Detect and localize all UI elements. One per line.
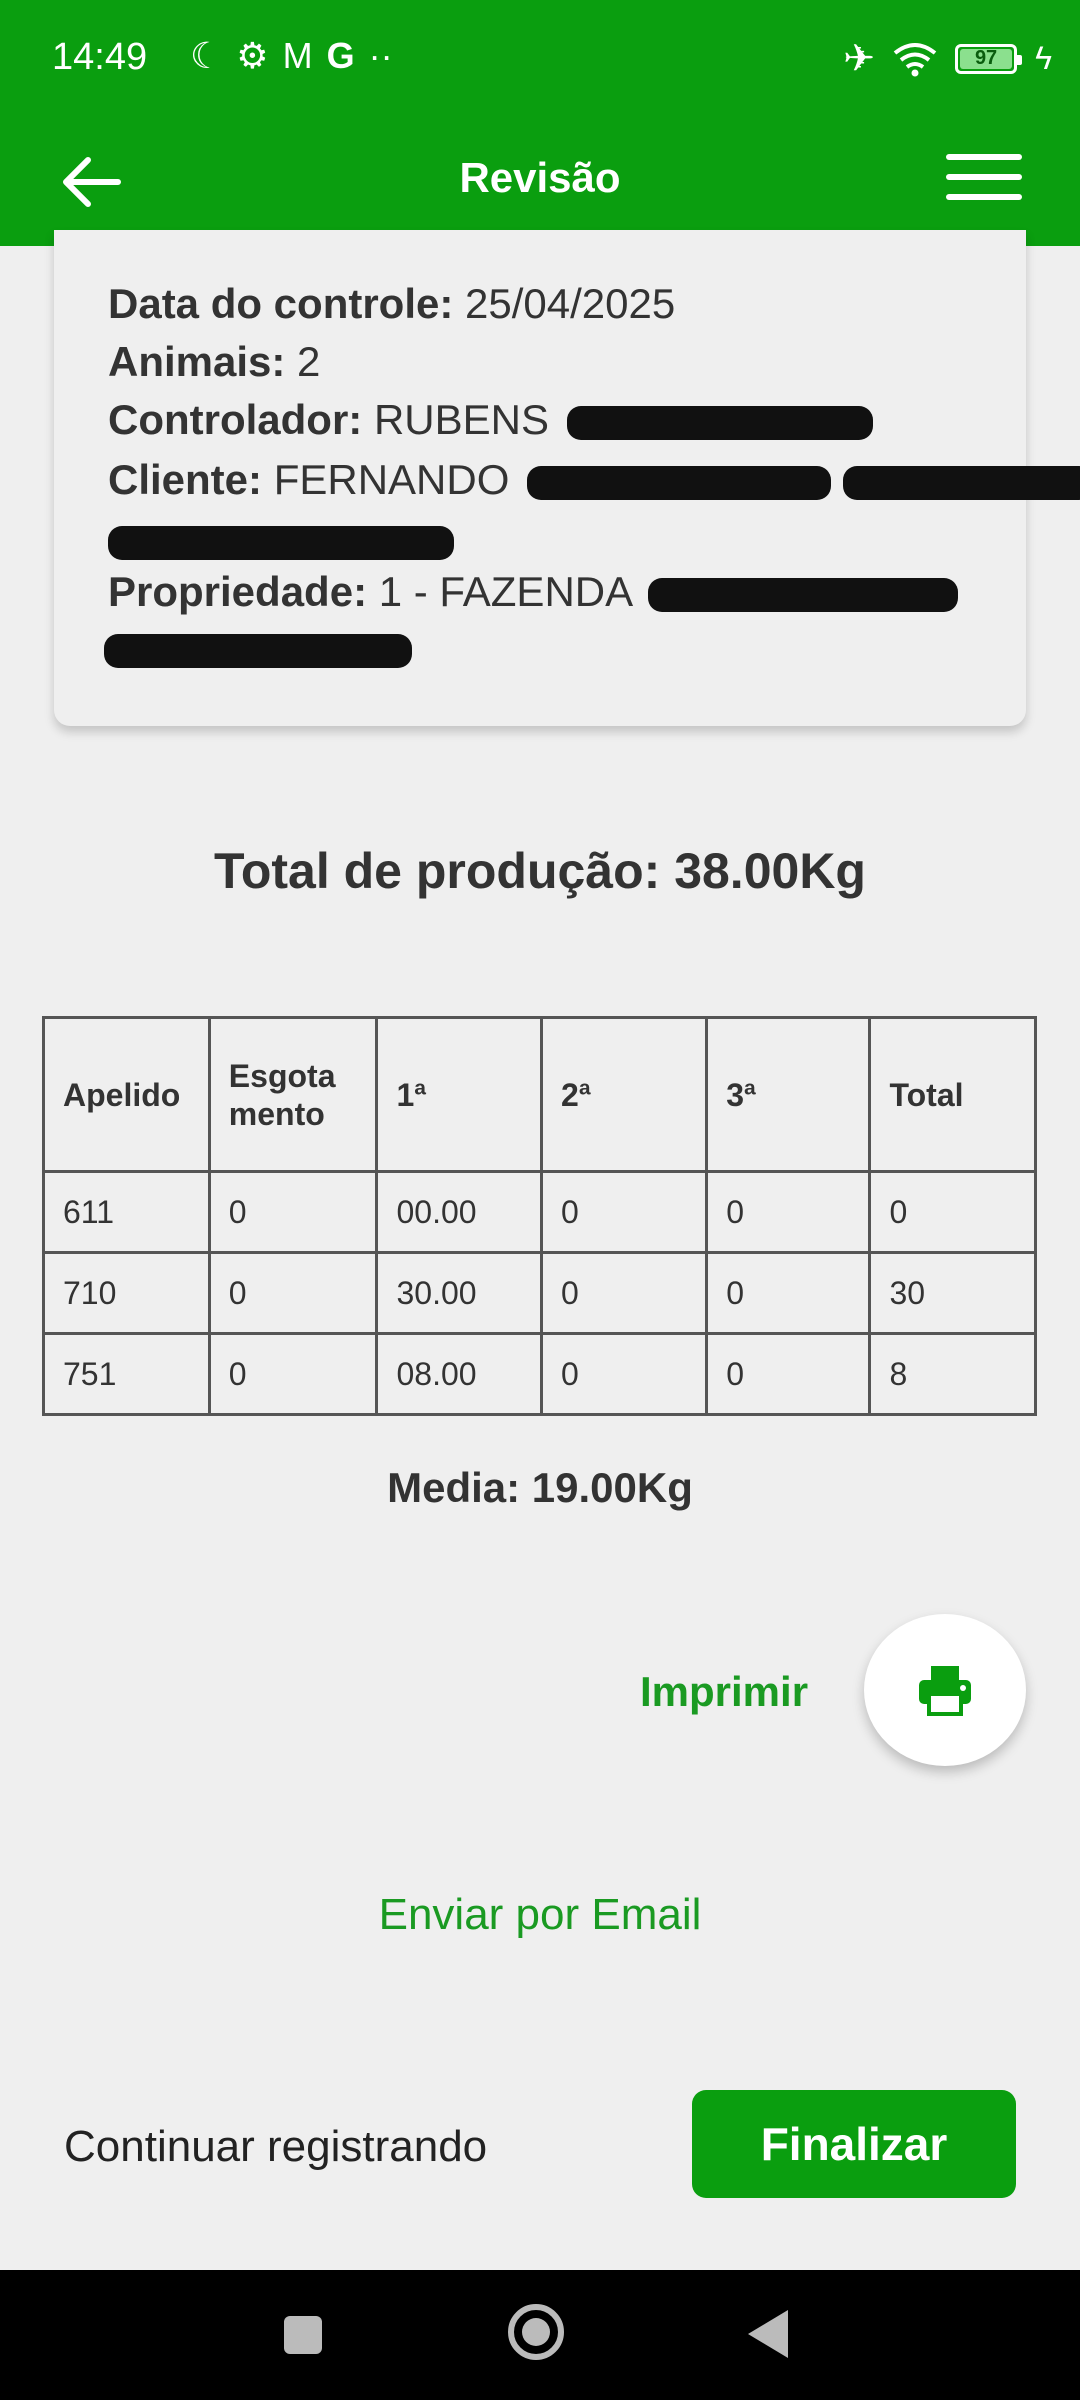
table-cell: 8 [868, 1332, 1037, 1416]
table-cell: 0 [540, 1251, 709, 1335]
client-value: FERNANDO [273, 456, 510, 503]
controller-value: RUBENS [373, 396, 550, 443]
table-cell: 0 [705, 1251, 872, 1335]
property-label: Propriedade: [108, 568, 368, 615]
client-label: Cliente: [108, 456, 263, 503]
column-header: Esgota mento [207, 1016, 379, 1173]
redacted-block [648, 577, 959, 612]
table-cell: 30 [868, 1251, 1037, 1335]
battery-level: 97 [974, 47, 998, 69]
status-bar: 14:49 ☾ ⚙ M G ·· ✈ 97 ϟ [0, 0, 1080, 118]
google-icon: G [326, 35, 355, 76]
print-button[interactable] [864, 1614, 1026, 1766]
table-cell: 710 [42, 1251, 211, 1335]
property-value: 1 - FAZENDA [378, 568, 631, 615]
table-cell: 08.00 [375, 1332, 544, 1416]
column-header: Apelido [42, 1016, 211, 1173]
table-cell: 0 [705, 1170, 872, 1254]
table-row: 611 0 00.00 0 0 0 [42, 1170, 1037, 1254]
production-table: Apelido Esgota mento 1ª 2ª 3ª Total 611 … [42, 1016, 1037, 1416]
table-cell: 0 [540, 1170, 709, 1254]
controller-row: Controlador: RUBENS [108, 396, 873, 444]
animals-label: Animais: [108, 338, 286, 385]
property-row: Propriedade: 1 - FAZENDA [108, 568, 959, 616]
app-bar: Revisão [0, 118, 1080, 246]
column-header: 2ª [540, 1016, 709, 1173]
print-label[interactable]: Imprimir [640, 1668, 808, 1716]
average-label: Media: 19.00Kg [387, 1464, 693, 1511]
control-date-label: Data do controle: [108, 280, 454, 327]
table-cell: 0 [207, 1170, 379, 1254]
table-cell: 0 [705, 1332, 872, 1416]
moon-icon: ☾ [190, 35, 223, 76]
client-row: Cliente: FERNANDO [108, 456, 1080, 504]
table-cell: 00.00 [375, 1170, 544, 1254]
airplane-icon: ✈ [843, 38, 876, 80]
control-date-row: Data do controle: 25/04/2025 [108, 280, 675, 328]
table-row: 751 0 08.00 0 0 8 [42, 1332, 1037, 1416]
back-icon[interactable] [748, 2310, 788, 2358]
recents-icon[interactable] [284, 2316, 322, 2354]
table-row: 710 0 30.00 0 0 30 [42, 1251, 1037, 1335]
table-cell: 751 [42, 1332, 211, 1416]
redacted-block [108, 525, 454, 560]
table-cell: 0 [868, 1170, 1037, 1254]
printer-icon [919, 1666, 971, 1716]
table-cell: 30.00 [375, 1251, 544, 1335]
redacted-block [842, 465, 1080, 500]
table-cell: 0 [207, 1251, 379, 1335]
redacted-block [527, 465, 832, 500]
animals-value: 2 [297, 338, 321, 385]
animals-row: Animais: 2 [108, 338, 320, 386]
home-icon[interactable] [508, 2304, 564, 2360]
charging-icon: ϟ [1035, 40, 1052, 76]
gmail-icon: M [282, 35, 313, 76]
status-time: 14:49 [52, 36, 148, 78]
table-cell: 0 [540, 1332, 709, 1416]
more-dots-icon: ·· [368, 35, 393, 76]
continue-registering-button[interactable]: Continuar registrando [64, 2122, 487, 2172]
battery-icon: 97 [955, 43, 1023, 74]
production-total: Total de produção: 38.00Kg [214, 843, 866, 899]
table-header-row: Apelido Esgota mento 1ª 2ª 3ª Total [42, 1016, 1037, 1173]
column-header: Total [868, 1016, 1037, 1173]
column-header: 1ª [375, 1016, 544, 1173]
control-date-value: 25/04/2025 [465, 280, 676, 327]
menu-icon[interactable] [946, 144, 1022, 220]
system-nav-bar [0, 2270, 1080, 2400]
table-cell: 611 [42, 1170, 211, 1254]
column-header: 3ª [705, 1016, 872, 1173]
redacted-block [104, 633, 412, 668]
controller-label: Controlador: [108, 396, 363, 443]
table-cell: 0 [207, 1332, 379, 1416]
send-email-link[interactable]: Enviar por Email [0, 1890, 1080, 1940]
finalize-button[interactable]: Finalizar [692, 2090, 1016, 2198]
gear-icon: ⚙ [236, 35, 269, 76]
page-title: Revisão [459, 154, 621, 201]
wifi-icon [893, 42, 937, 76]
redacted-block [566, 405, 873, 440]
summary-card: Data do controle: 25/04/2025 Animais: 2 … [54, 230, 1080, 726]
